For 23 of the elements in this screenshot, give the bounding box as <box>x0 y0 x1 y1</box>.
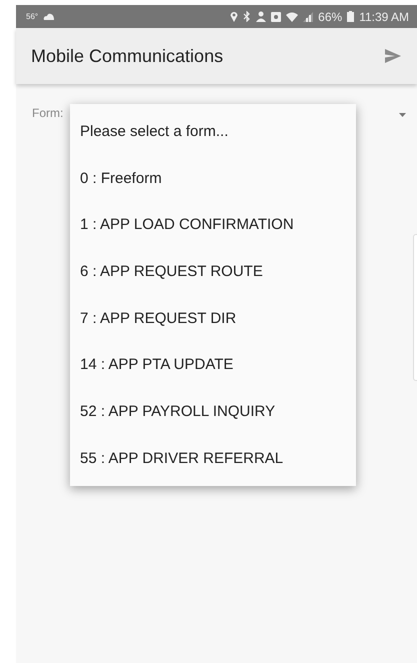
signal-icon <box>303 12 314 22</box>
dropdown-option[interactable]: 1 : APP LOAD CONFIRMATION <box>70 201 356 248</box>
dropdown-option[interactable]: 6 : APP REQUEST ROUTE <box>70 248 356 295</box>
dropdown-option[interactable]: 55 : APP DRIVER REFERRAL <box>70 434 356 482</box>
person-icon <box>256 11 266 22</box>
send-icon[interactable] <box>385 49 401 63</box>
dropdown-option[interactable]: Please select a form... <box>70 108 356 155</box>
temperature-text: 56° <box>26 12 38 21</box>
cloud-icon <box>43 13 56 20</box>
bluetooth-icon <box>243 11 252 22</box>
image-icon <box>271 12 282 22</box>
battery-percent: 66% <box>318 10 342 24</box>
location-icon <box>230 11 238 22</box>
battery-icon <box>347 11 354 22</box>
wifi-icon <box>286 12 298 22</box>
form-label: Form: <box>32 106 64 120</box>
app-title: Mobile Communications <box>31 46 224 66</box>
dropdown-option[interactable]: 7 : APP REQUEST DIR <box>70 294 356 342</box>
dropdown-option[interactable]: 52 : APP PAYROLL INQUIRY <box>70 388 356 435</box>
clock-time: 11:39 AM <box>359 10 409 24</box>
dropdown-option[interactable]: 0 : Freeform <box>70 154 356 202</box>
dropdown-option[interactable]: 14 : APP PTA UPDATE <box>70 341 356 388</box>
dropdown-caret-icon[interactable] <box>399 113 406 117</box>
